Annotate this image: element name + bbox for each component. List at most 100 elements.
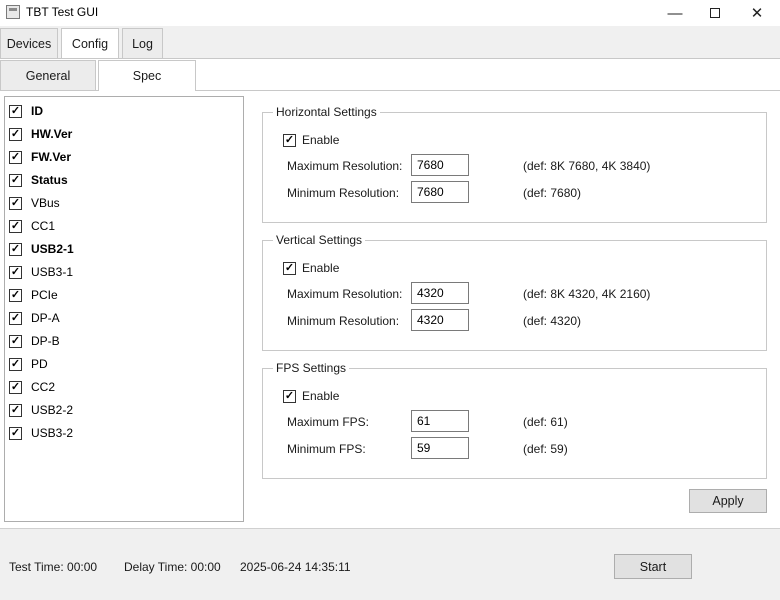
signal-item-status[interactable]: ✓ Status xyxy=(9,171,68,189)
apply-button[interactable]: Apply xyxy=(689,489,767,513)
tab-general[interactable]: General xyxy=(0,60,96,90)
signal-item-usb2-2[interactable]: ✓ USB2-2 xyxy=(9,401,73,419)
checkbox[interactable]: ✓ xyxy=(283,389,296,403)
max-resolution-label: Maximum Resolution: xyxy=(287,159,403,173)
signal-label: CC1 xyxy=(31,219,56,233)
check-icon: ✓ xyxy=(10,196,21,209)
vertical-max-resolution-input[interactable]: 4320 xyxy=(411,282,469,304)
checkbox[interactable]: ✓ xyxy=(283,133,296,147)
max-fps-label: Maximum FPS: xyxy=(287,415,370,429)
signal-item-dp-b[interactable]: ✓ DP-B xyxy=(9,332,60,350)
checkbox[interactable]: ✓ xyxy=(283,261,296,275)
min-resolution-label: Minimum Resolution: xyxy=(287,314,400,328)
check-icon: ✓ xyxy=(10,426,21,439)
signal-item-usb3-1[interactable]: ✓ USB3-1 xyxy=(9,263,73,281)
signal-label: DP-B xyxy=(31,334,60,348)
check-icon: ✓ xyxy=(284,133,295,146)
min-resolution-label: Minimum Resolution: xyxy=(287,186,400,200)
main-tab-bar: Devices Config Log xyxy=(0,26,780,59)
check-icon: ✓ xyxy=(10,242,21,255)
min-fps-input[interactable]: 59 xyxy=(411,437,469,459)
signal-item-vbus[interactable]: ✓ VBus xyxy=(9,194,60,212)
checkbox[interactable]: ✓ xyxy=(9,196,22,210)
tab-spec[interactable]: Spec xyxy=(98,60,196,91)
checkbox[interactable]: ✓ xyxy=(9,242,22,256)
horizontal-max-resolution-input[interactable]: 7680 xyxy=(411,154,469,176)
max-resolution-label: Maximum Resolution: xyxy=(287,287,403,301)
default-hint: (def: 59) xyxy=(523,442,568,456)
group-title: Vertical Settings xyxy=(273,233,366,247)
checkbox[interactable]: ✓ xyxy=(9,288,22,302)
signal-item-fw-ver[interactable]: ✓ FW.Ver xyxy=(9,148,71,166)
signal-item-pcie[interactable]: ✓ PCIe xyxy=(9,286,58,304)
start-button[interactable]: Start xyxy=(614,554,692,579)
checkbox[interactable]: ✓ xyxy=(9,265,22,279)
signal-label: HW.Ver xyxy=(31,127,73,141)
signal-label: PCIe xyxy=(31,288,58,302)
signal-label: Status xyxy=(31,173,68,187)
checkbox[interactable]: ✓ xyxy=(9,380,22,394)
check-icon: ✓ xyxy=(284,261,295,274)
checkbox[interactable]: ✓ xyxy=(9,311,22,325)
check-icon: ✓ xyxy=(10,403,21,416)
horizontal-settings-group: Horizontal Settings ✓ Enable Maximum Res… xyxy=(262,105,767,223)
signal-item-usb3-2[interactable]: ✓ USB3-2 xyxy=(9,424,73,442)
minimize-icon: — xyxy=(667,4,683,22)
signal-item-cc1[interactable]: ✓ CC1 xyxy=(9,217,55,235)
maximize-icon xyxy=(710,8,720,18)
default-hint: (def: 7680) xyxy=(523,186,582,200)
signal-item-cc2[interactable]: ✓ CC2 xyxy=(9,378,55,396)
close-button[interactable]: ✕ xyxy=(734,0,780,26)
enable-label: Enable xyxy=(302,389,340,403)
fps-settings-group: FPS Settings ✓ Enable Maximum FPS: 61 (d… xyxy=(262,361,767,479)
checkbox[interactable]: ✓ xyxy=(9,334,22,348)
config-tab-page: General Spec ✓ ID ✓ HW.Ver ✓ FW.Ver ✓ St… xyxy=(0,58,780,528)
signal-label: PD xyxy=(31,357,48,371)
window-title: TBT Test GUI xyxy=(26,5,99,19)
check-icon: ✓ xyxy=(10,265,21,278)
tab-log[interactable]: Log xyxy=(122,28,163,58)
checkbox[interactable]: ✓ xyxy=(9,426,22,440)
check-icon: ✓ xyxy=(10,219,21,232)
default-hint: (def: 4320) xyxy=(523,314,582,328)
fps-enable-checkbox[interactable]: ✓ Enable xyxy=(283,389,339,403)
signal-label: DP-A xyxy=(31,311,60,325)
horizontal-enable-checkbox[interactable]: ✓ Enable xyxy=(283,133,339,147)
signal-label: ID xyxy=(31,104,43,118)
check-icon: ✓ xyxy=(10,311,21,324)
default-hint: (def: 8K 7680, 4K 3840) xyxy=(523,159,651,173)
test-time: Test Time: 00:00 xyxy=(9,560,98,574)
enable-label: Enable xyxy=(302,261,340,275)
max-fps-input[interactable]: 61 xyxy=(411,410,469,432)
maximize-button[interactable] xyxy=(692,0,738,26)
default-hint: (def: 61) xyxy=(523,415,568,429)
horizontal-min-resolution-input[interactable]: 7680 xyxy=(411,181,469,203)
signal-item-usb2-1[interactable]: ✓ USB2-1 xyxy=(9,240,74,258)
check-icon: ✓ xyxy=(10,380,21,393)
check-icon: ✓ xyxy=(10,150,21,163)
default-hint: (def: 8K 4320, 4K 2160) xyxy=(523,287,651,301)
signal-item-hw-ver[interactable]: ✓ HW.Ver xyxy=(9,125,72,143)
checkbox[interactable]: ✓ xyxy=(9,150,22,164)
app-icon xyxy=(6,5,20,19)
signal-item-id[interactable]: ✓ ID xyxy=(9,102,43,120)
check-icon: ✓ xyxy=(284,389,295,402)
signal-item-dp-a[interactable]: ✓ DP-A xyxy=(9,309,60,327)
vertical-enable-checkbox[interactable]: ✓ Enable xyxy=(283,261,339,275)
checkbox[interactable]: ✓ xyxy=(9,173,22,187)
check-icon: ✓ xyxy=(10,357,21,370)
checkbox[interactable]: ✓ xyxy=(9,104,22,118)
delay-time: Delay Time: 00:00 xyxy=(124,560,221,574)
check-icon: ✓ xyxy=(10,127,21,140)
vertical-min-resolution-input[interactable]: 4320 xyxy=(411,309,469,331)
signal-label: VBus xyxy=(31,196,60,210)
checkbox[interactable]: ✓ xyxy=(9,127,22,141)
tab-devices[interactable]: Devices xyxy=(0,28,58,58)
checkbox[interactable]: ✓ xyxy=(9,219,22,233)
min-fps-label: Minimum FPS: xyxy=(287,442,366,456)
checkbox[interactable]: ✓ xyxy=(9,357,22,371)
tab-config[interactable]: Config xyxy=(61,28,119,59)
signal-item-pd[interactable]: ✓ PD xyxy=(9,355,48,373)
signal-label: CC2 xyxy=(31,380,56,394)
checkbox[interactable]: ✓ xyxy=(9,403,22,417)
